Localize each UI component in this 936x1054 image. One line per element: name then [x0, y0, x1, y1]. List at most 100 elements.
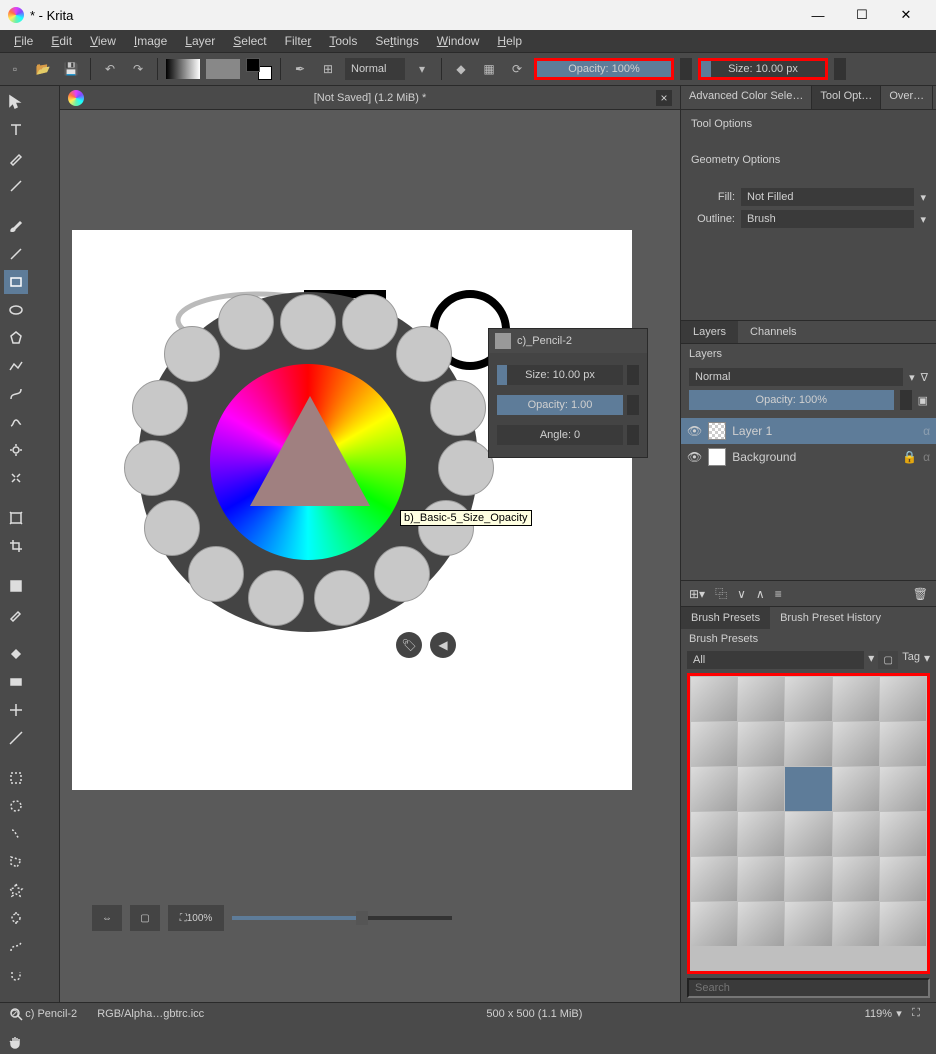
preset-item[interactable]	[691, 722, 737, 766]
pan-tool[interactable]	[4, 1030, 28, 1054]
bezier-select-tool[interactable]	[4, 934, 28, 958]
preset-15[interactable]	[164, 326, 220, 382]
preset-4[interactable]	[396, 326, 452, 382]
measure-tool[interactable]	[4, 726, 28, 750]
preset-10[interactable]	[248, 570, 304, 626]
rectangle-tool[interactable]	[4, 270, 28, 294]
preset-item[interactable]	[880, 812, 926, 856]
brush-tool[interactable]	[4, 214, 28, 238]
preset-7[interactable]	[418, 500, 474, 556]
tab-brush-history[interactable]: Brush Preset History	[770, 607, 891, 629]
menu-window[interactable]: Window	[429, 32, 488, 50]
layer-alpha-icon[interactable]: α	[923, 424, 930, 438]
tab-overview[interactable]: Over…	[881, 86, 933, 109]
redo-button[interactable]: ↷	[127, 58, 149, 80]
maximize-button[interactable]: ☐	[840, 1, 884, 29]
menu-layer[interactable]: Layer	[177, 32, 223, 50]
preset-3[interactable]	[342, 294, 398, 350]
menu-edit[interactable]: Edit	[43, 32, 80, 50]
float-opacity-spinner[interactable]	[627, 395, 639, 415]
tab-channels[interactable]: Channels	[738, 321, 808, 343]
magnetic-select-tool[interactable]	[4, 962, 28, 986]
preset-item[interactable]	[691, 677, 737, 721]
tab-adv-color[interactable]: Advanced Color Sele…	[681, 86, 812, 109]
tag-button[interactable]: 🏷	[396, 632, 422, 658]
bezier-tool[interactable]	[4, 382, 28, 406]
eye-icon[interactable]: 👁	[687, 424, 702, 438]
float-angle-slider[interactable]: Angle: 0	[497, 425, 623, 445]
doc-close-button[interactable]: ×	[656, 90, 672, 106]
layer-alpha-icon[interactable]: α	[923, 450, 930, 464]
pattern-swatch[interactable]	[206, 59, 240, 79]
polygon-tool[interactable]	[4, 326, 28, 350]
duplicate-layer-button[interactable]: ⿻	[715, 585, 727, 602]
line-tool[interactable]	[4, 242, 28, 266]
fullscreen-icon[interactable]: ⛶	[906, 1007, 926, 1020]
preset-item[interactable]	[691, 812, 737, 856]
layer-opacity-spinner[interactable]	[900, 390, 912, 410]
blend-mode-select[interactable]: Normal	[345, 58, 405, 80]
preset-item[interactable]	[738, 767, 784, 811]
minimize-button[interactable]: —	[796, 1, 840, 29]
assistant-tool[interactable]	[4, 698, 28, 722]
float-size-spinner[interactable]	[627, 365, 639, 385]
viewport[interactable]: 🏷 ◀ b)_Basic-5_Size_Opacity c)_Pencil-2 …	[60, 110, 680, 1002]
layer-opacity-slider[interactable]: Opacity: 100%	[689, 390, 894, 410]
preset-item[interactable]	[833, 722, 879, 766]
open-file-button[interactable]: 📂	[32, 58, 54, 80]
calligraphy-tool[interactable]	[4, 174, 28, 198]
float-angle-spinner[interactable]	[627, 425, 639, 445]
preset-item[interactable]	[880, 722, 926, 766]
preset-12[interactable]	[144, 500, 200, 556]
outline-select[interactable]: Brush	[741, 210, 914, 228]
freehand-path-tool[interactable]	[4, 410, 28, 434]
tab-layers[interactable]: Layers	[681, 321, 738, 343]
chevron-down-icon[interactable]: ▾	[411, 58, 433, 80]
preset-item[interactable]	[738, 722, 784, 766]
preset-1[interactable]	[218, 294, 274, 350]
preset-11[interactable]	[188, 546, 244, 602]
layer-blend-select[interactable]: Normal	[689, 368, 903, 386]
new-file-button[interactable]: ▫	[4, 58, 26, 80]
preset-item[interactable]	[738, 677, 784, 721]
preset-item[interactable]	[880, 902, 926, 946]
save-file-button[interactable]: 💾	[60, 58, 82, 80]
preset-8[interactable]	[374, 546, 430, 602]
ellipse-tool[interactable]	[4, 298, 28, 322]
fg-bg-swatch[interactable]	[246, 58, 272, 80]
float-opacity-slider[interactable]: Opacity: 1.00	[497, 395, 623, 415]
preset-item[interactable]	[738, 812, 784, 856]
preset-item[interactable]	[833, 857, 879, 901]
freehand-select-tool[interactable]	[4, 822, 28, 846]
preset-item[interactable]	[691, 902, 737, 946]
polygonal-select-tool[interactable]	[4, 850, 28, 874]
eraser-toggle[interactable]: ◆	[450, 58, 472, 80]
layer-settings-button[interactable]: ≡	[775, 587, 782, 601]
brush-preset-button[interactable]: ✒	[289, 58, 311, 80]
gradient-tool[interactable]	[4, 670, 28, 694]
preset-item-selected[interactable]	[785, 767, 831, 811]
menu-view[interactable]: View	[82, 32, 124, 50]
menu-help[interactable]: Help	[489, 32, 530, 50]
preset-item[interactable]	[880, 857, 926, 901]
menu-tools[interactable]: Tools	[321, 32, 365, 50]
delete-layer-button[interactable]: 🗑	[913, 587, 928, 601]
prev-button[interactable]: ◀	[430, 632, 456, 658]
lock-icon[interactable]: 🔒	[902, 450, 917, 464]
preset-item[interactable]	[785, 857, 831, 901]
menu-file[interactable]: File	[6, 32, 41, 50]
menu-image[interactable]: Image	[126, 32, 175, 50]
preset-14[interactable]	[132, 380, 188, 436]
tab-tool-options[interactable]: Tool Opt…	[812, 86, 881, 109]
eye-icon[interactable]: 👁	[687, 450, 702, 464]
preset-item[interactable]	[738, 857, 784, 901]
preset-item[interactable]	[833, 902, 879, 946]
color-picker-tool[interactable]	[4, 602, 28, 626]
reload-brush-button[interactable]: ⟳	[506, 58, 528, 80]
multibrush-tool[interactable]	[4, 466, 28, 490]
preset-9[interactable]	[314, 570, 370, 626]
preset-2[interactable]	[280, 294, 336, 350]
menu-filter[interactable]: Filter	[277, 32, 320, 50]
fill-select[interactable]: Not Filled	[741, 188, 914, 206]
opacity-slider[interactable]: Opacity: 100%	[534, 58, 674, 80]
